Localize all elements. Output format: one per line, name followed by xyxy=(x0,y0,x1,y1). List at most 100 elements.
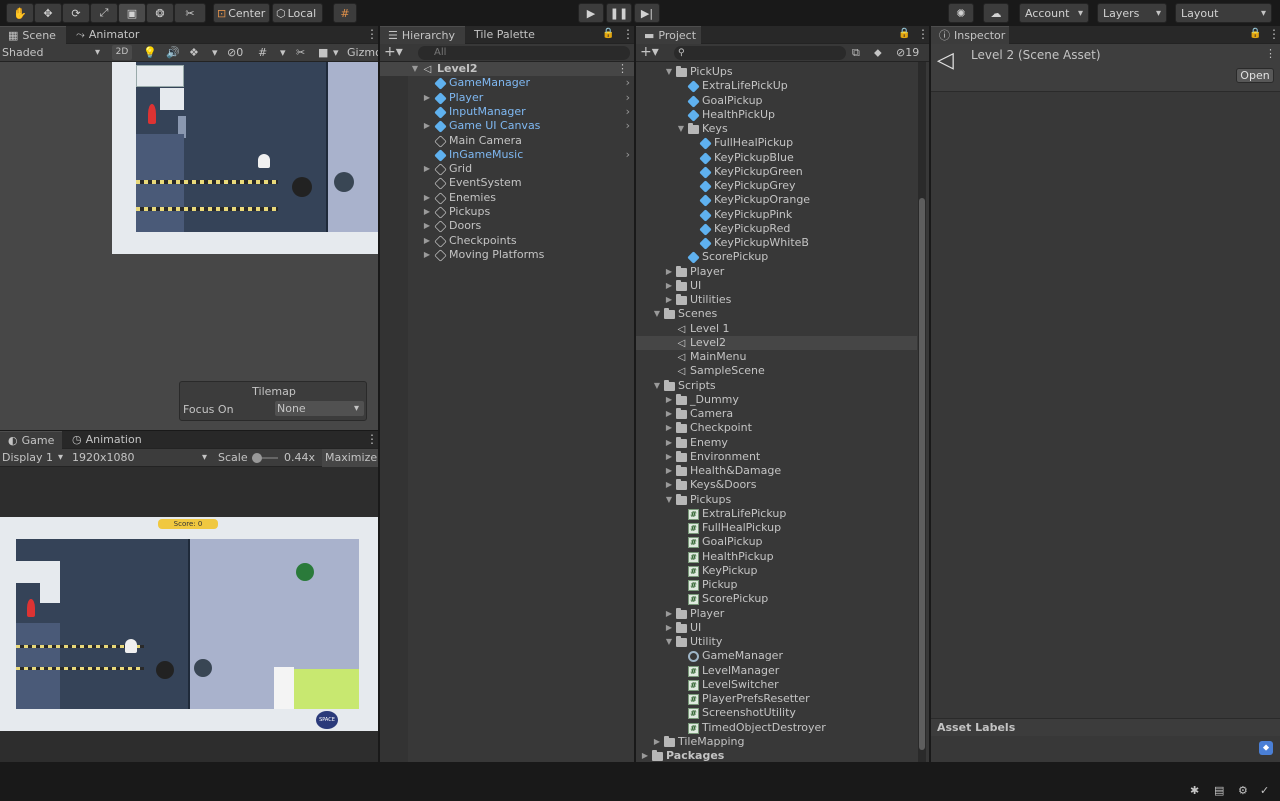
project-scrollbar[interactable] xyxy=(918,62,926,762)
filter-label-icon[interactable]: ⬥ xyxy=(874,46,882,60)
hierarchy-item[interactable]: ▶ Player › xyxy=(380,91,634,105)
scene-level-view[interactable] xyxy=(112,62,378,254)
collab-sun-icon[interactable]: ✺ xyxy=(948,3,974,23)
lock-icon[interactable]: 🔒 xyxy=(1249,28,1261,40)
lock-icon[interactable]: 🔒 xyxy=(898,28,910,40)
expand-arrow-icon[interactable]: ▼ xyxy=(664,493,674,507)
project-asset[interactable]: # GoalPickup xyxy=(636,535,917,549)
hierarchy-item[interactable]: Main Camera xyxy=(380,134,634,148)
shading-mode-dropdown[interactable]: Shaded xyxy=(2,44,105,62)
debug-icon[interactable]: ✱ xyxy=(1190,784,1199,797)
collapse-arrow-icon[interactable]: ▶ xyxy=(640,749,650,762)
hierarchy-item[interactable]: ▶ Grid xyxy=(380,162,634,176)
project-asset[interactable]: ◁ SampleScene xyxy=(636,364,917,378)
focus-on-dropdown[interactable]: None xyxy=(275,401,364,416)
project-asset[interactable]: # Pickup xyxy=(636,578,917,592)
expand-arrow-icon[interactable]: ▶ xyxy=(422,191,432,205)
project-asset[interactable]: # TimedObjectDestroyer xyxy=(636,721,917,735)
expand-arrow-icon[interactable]: ▼ xyxy=(664,65,674,79)
project-folder[interactable]: ▼ Keys xyxy=(636,122,917,136)
hierarchy-search-input[interactable]: All xyxy=(418,46,630,60)
tab-inspector[interactable]: ⓘ Inspector xyxy=(931,26,1009,44)
mode-2d-toggle[interactable]: 2D xyxy=(112,45,132,60)
project-folder[interactable]: ▼ Pickups xyxy=(636,493,917,507)
chevron-right-icon[interactable]: › xyxy=(626,91,630,105)
account-dropdown[interactable]: Account xyxy=(1019,3,1089,23)
project-asset[interactable]: HealthPickUp xyxy=(636,108,917,122)
create-icon[interactable]: +▾ xyxy=(640,45,659,59)
project-scrollbar-thumb[interactable] xyxy=(919,198,925,750)
collapse-arrow-icon[interactable]: ▶ xyxy=(664,293,674,307)
project-folder[interactable]: ▶ Packages xyxy=(636,749,917,762)
scene-row-menu-icon[interactable]: ⋮ xyxy=(617,62,628,76)
project-asset[interactable]: # LevelManager xyxy=(636,664,917,678)
project-asset[interactable]: GoalPickup xyxy=(636,94,917,108)
project-menu-icon[interactable]: ⋮ xyxy=(917,28,929,40)
project-asset[interactable]: GameManager xyxy=(636,649,917,663)
collapse-arrow-icon[interactable]: ▶ xyxy=(664,265,674,279)
tab-hierarchy[interactable]: ☰ Hierarchy xyxy=(380,26,465,44)
transform-tool-icon[interactable]: ❂ xyxy=(146,3,174,23)
collapse-arrow-icon[interactable]: ▶ xyxy=(664,407,674,421)
project-asset[interactable]: KeyPickupPink xyxy=(636,208,917,222)
progress-icon[interactable]: ⚙ xyxy=(1238,784,1248,797)
collapse-arrow-icon[interactable]: ▶ xyxy=(664,478,674,492)
scene-menu-icon[interactable]: ⋮ xyxy=(366,28,378,40)
pivot-center-button[interactable]: ⊡ Center xyxy=(213,3,270,23)
project-folder[interactable]: ▼ Scripts xyxy=(636,379,917,393)
project-asset[interactable]: # HealthPickup xyxy=(636,550,917,564)
play-button[interactable]: ▶ xyxy=(578,3,604,23)
collapse-arrow-icon[interactable]: ▶ xyxy=(664,279,674,293)
tab-game[interactable]: ◐ Game xyxy=(0,431,62,449)
collapse-arrow-icon[interactable]: ▶ xyxy=(664,436,674,450)
lock-icon[interactable]: 🔒 xyxy=(602,28,614,40)
layout-dropdown[interactable]: Layout xyxy=(1175,3,1272,23)
project-asset[interactable]: # FullHealPickup xyxy=(636,521,917,535)
project-asset[interactable]: ExtraLifePickUp xyxy=(636,79,917,93)
project-asset[interactable]: # ScorePickup xyxy=(636,592,917,606)
project-asset[interactable]: KeyPickupGrey xyxy=(636,179,917,193)
collapse-arrow-icon[interactable]: ▶ xyxy=(664,393,674,407)
hierarchy-item[interactable]: ▶ Doors xyxy=(380,219,634,234)
project-asset[interactable]: FullHealPickup xyxy=(636,136,917,150)
cloud-icon[interactable]: ☁ xyxy=(983,3,1009,23)
hidden-packages-icon[interactable]: ⊘19 xyxy=(896,46,919,59)
project-folder[interactable]: ▶ Checkpoint xyxy=(636,421,917,435)
hierarchy-item[interactable]: ▶ Game UI Canvas › xyxy=(380,119,634,133)
chevron-right-icon[interactable]: › xyxy=(626,76,630,90)
project-asset[interactable]: # PlayerPrefsResetter xyxy=(636,692,917,706)
resolution-dropdown[interactable]: 1920x1080 xyxy=(72,449,212,467)
inspector-menu-icon[interactable]: ⋮ xyxy=(1268,28,1280,40)
project-folder[interactable]: ▶ UI xyxy=(636,621,917,635)
project-folder[interactable]: ▼ PickUps xyxy=(636,65,917,79)
project-folder[interactable]: ▶ Keys&Doors xyxy=(636,478,917,492)
collapse-arrow-icon[interactable]: ▶ xyxy=(664,450,674,464)
scale-tool-icon[interactable]: ⤢ xyxy=(90,3,118,23)
label-tag-icon[interactable]: ⬥ xyxy=(1259,741,1273,755)
expand-arrow-icon[interactable]: ▶ xyxy=(422,205,432,219)
game-view[interactable]: Score: 0 SPACE xyxy=(0,517,378,731)
tab-scene[interactable]: ▦ Scene xyxy=(0,26,66,44)
project-asset[interactable]: KeyPickupOrange xyxy=(636,193,917,207)
expand-arrow-icon[interactable]: ▼ xyxy=(410,62,420,76)
project-folder[interactable]: ▼ Scenes xyxy=(636,307,917,321)
project-folder[interactable]: ▶ TileMapping xyxy=(636,735,917,749)
filter-type-icon[interactable]: ⧉ xyxy=(852,46,860,60)
scale-slider[interactable] xyxy=(252,453,278,463)
grid-dropdown-icon[interactable]: ▾ xyxy=(280,46,286,59)
hidden-objects-icon[interactable]: ⊘0 xyxy=(227,46,243,59)
project-asset[interactable]: ◁ Level2 xyxy=(636,335,917,351)
expand-arrow-icon[interactable]: ▶ xyxy=(422,91,432,105)
project-asset[interactable]: # ExtraLifePickup xyxy=(636,507,917,521)
project-asset[interactable]: KeyPickupWhiteB xyxy=(636,236,917,250)
chevron-right-icon[interactable]: › xyxy=(626,148,630,162)
maximize-button[interactable]: Maximize O xyxy=(322,449,378,467)
project-asset[interactable]: KeyPickupBlue xyxy=(636,151,917,165)
project-folder[interactable]: ▶ Camera xyxy=(636,407,917,421)
hierarchy-item[interactable]: ▶ Enemies xyxy=(380,191,634,205)
project-folder[interactable]: ▶ UI xyxy=(636,279,917,293)
hierarchy-scene-row[interactable]: ▼ ◁ Level2 ⋮ xyxy=(380,62,634,77)
hand-tool-icon[interactable]: ✋ xyxy=(6,3,34,23)
expand-arrow-icon[interactable]: ▼ xyxy=(652,379,662,393)
tools-icon[interactable]: ✂ xyxy=(296,46,305,59)
